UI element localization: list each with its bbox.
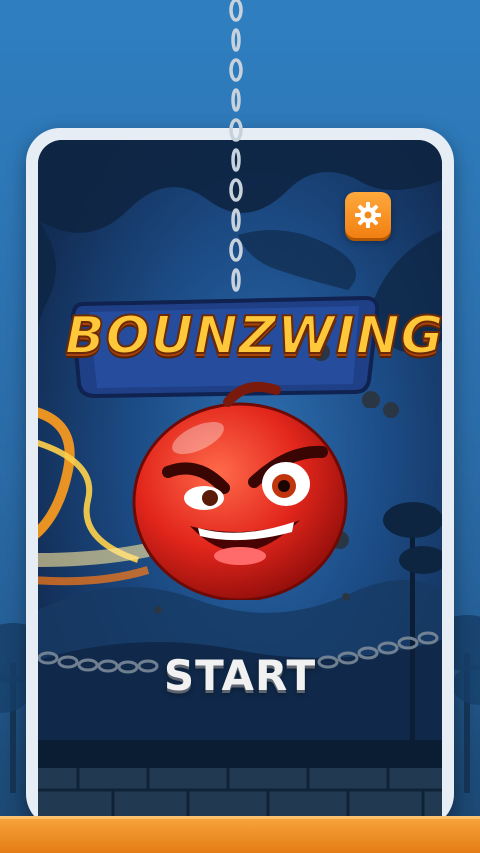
bottom-bar (0, 816, 480, 853)
settings-button[interactable] (345, 192, 391, 238)
start-button[interactable]: START (150, 643, 330, 707)
angry-red-ball-character (132, 382, 348, 600)
chain-icon (229, 0, 243, 292)
game-title: BOUNZWING (64, 305, 445, 367)
gear-icon (355, 202, 381, 228)
game-screen: BOUNZWING START (0, 0, 480, 853)
